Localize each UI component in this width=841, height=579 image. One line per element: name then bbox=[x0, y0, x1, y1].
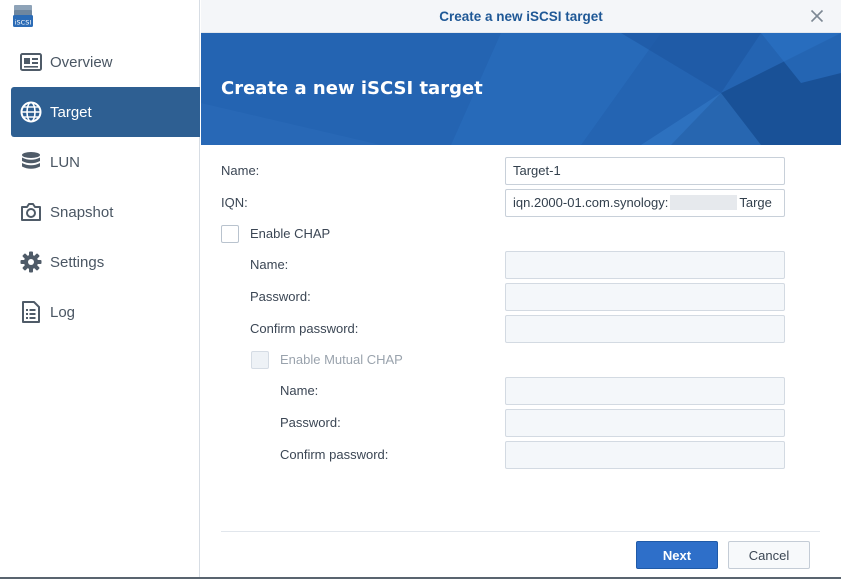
sidebar-item-label: Overview bbox=[50, 53, 113, 71]
enable-mutual-chap-checkbox[interactable] bbox=[251, 351, 269, 369]
sidebar-item-settings[interactable]: Settings bbox=[11, 237, 200, 287]
sidebar-item-target[interactable]: Target bbox=[11, 87, 200, 137]
mutual-password-label: Password: bbox=[280, 415, 341, 430]
sidebar-item-label: Snapshot bbox=[50, 203, 114, 221]
mutual-name-input[interactable] bbox=[505, 377, 785, 405]
sidebar-item-overview[interactable]: Overview bbox=[11, 37, 200, 87]
sidebar-item-label: Target bbox=[50, 103, 92, 121]
name-label: Name: bbox=[221, 163, 260, 178]
gear-icon bbox=[20, 251, 42, 273]
chap-name-label: Name: bbox=[250, 257, 289, 272]
iqn-suffix-text: Targe bbox=[739, 195, 772, 210]
iqn-input[interactable]: iqn.2000-01.com.synology: Targe bbox=[505, 189, 785, 217]
dialog-titlebar[interactable]: Create a new iSCSI target bbox=[201, 0, 841, 33]
database-icon bbox=[20, 151, 42, 173]
dialog-banner: Create a new iSCSI target bbox=[201, 33, 841, 145]
overview-icon bbox=[20, 51, 42, 73]
mutual-password-input[interactable] bbox=[505, 409, 785, 437]
close-icon[interactable] bbox=[810, 9, 824, 23]
footer-divider bbox=[221, 531, 820, 532]
enable-mutual-chap-label: Enable Mutual CHAP bbox=[280, 352, 403, 367]
sidebar-item-label: Log bbox=[50, 303, 76, 321]
globe-icon bbox=[20, 101, 42, 123]
dialog-window-title: Create a new iSCSI target bbox=[439, 8, 603, 24]
sidebar-item-log[interactable]: Log bbox=[11, 287, 200, 337]
next-button[interactable]: Next bbox=[636, 541, 718, 569]
banner-title: Create a new iSCSI target bbox=[221, 78, 483, 99]
mutual-confirm-password-input[interactable] bbox=[505, 441, 785, 469]
create-target-dialog: Create a new iSCSI target Create a new i… bbox=[201, 0, 841, 579]
sidebar: iSCSI Overview Target LUN Snapshot Setti… bbox=[0, 0, 200, 579]
mutual-name-label: Name: bbox=[280, 383, 319, 398]
redacted-block bbox=[670, 195, 738, 210]
mutual-confirm-password-label: Confirm password: bbox=[280, 447, 389, 462]
enable-chap-checkbox[interactable] bbox=[221, 225, 239, 243]
chap-password-input[interactable] bbox=[505, 283, 785, 311]
sidebar-item-snapshot[interactable]: Snapshot bbox=[11, 187, 200, 237]
app-icon-label: iSCSI bbox=[15, 19, 32, 27]
camera-icon bbox=[20, 201, 42, 223]
sidebar-item-label: Settings bbox=[50, 253, 105, 271]
cancel-button[interactable]: Cancel bbox=[728, 541, 810, 569]
iscsi-app-icon: iSCSI bbox=[12, 4, 34, 28]
chap-name-input[interactable] bbox=[505, 251, 785, 279]
sidebar-item-lun[interactable]: LUN bbox=[11, 137, 200, 187]
target-name-input[interactable]: Target-1 bbox=[505, 157, 785, 185]
sidebar-nav: Overview Target LUN Snapshot Settings Lo… bbox=[0, 37, 200, 337]
enable-chap-label[interactable]: Enable CHAP bbox=[250, 220, 330, 248]
chap-password-label: Password: bbox=[250, 289, 311, 304]
sidebar-item-label: LUN bbox=[50, 153, 81, 171]
chap-confirm-password-input[interactable] bbox=[505, 315, 785, 343]
chap-confirm-password-label: Confirm password: bbox=[250, 321, 359, 336]
iqn-prefix-text: iqn.2000-01.com.synology: bbox=[513, 195, 669, 210]
log-list-icon bbox=[20, 301, 42, 323]
iqn-label: IQN: bbox=[221, 195, 248, 210]
